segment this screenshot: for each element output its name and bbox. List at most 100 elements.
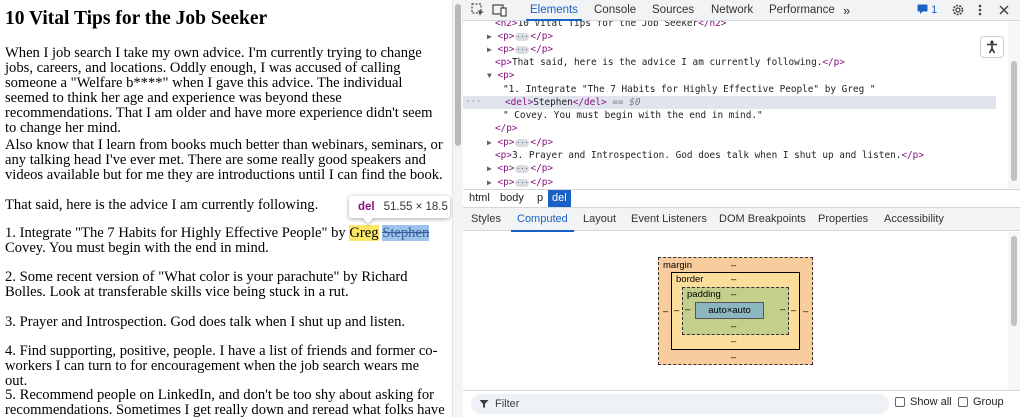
margin-right-value: – [803, 306, 809, 317]
group-checkbox[interactable]: Group [958, 396, 1004, 408]
show-all-checkbox[interactable]: Show all [895, 396, 952, 408]
dom-line-p-expanded[interactable]: ▼ <p> [487, 69, 514, 82]
device-toolbar-icon[interactable] [492, 3, 508, 18]
tab-console[interactable]: Console [594, 0, 636, 21]
settings-gear-icon[interactable] [951, 3, 967, 18]
page-scrollbar[interactable] [452, 0, 463, 417]
tab-dom-breakpoints[interactable]: DOM Breakpoints [719, 208, 806, 231]
tab-elements[interactable]: Elements [526, 0, 582, 21]
inspect-element-icon[interactable] [471, 3, 487, 18]
padding-left-value: – [685, 304, 691, 315]
breadcrumb-del[interactable]: del [548, 190, 571, 207]
dom-line-p-collapsed-2[interactable]: ▶ <p> ··· </p> [487, 43, 553, 56]
dom-line-p-collapsed-3[interactable]: ▶ <p> ··· </p> [487, 136, 553, 149]
dom-tree: <h2>10 Vital Tips for the Job Seeker</h2… [463, 21, 1020, 189]
dom-tree-scrollbar[interactable] [1008, 21, 1020, 189]
box-model-margin[interactable]: margin – – – – border – – – – padding – … [658, 257, 813, 365]
tab-performance[interactable]: Performance [769, 0, 835, 21]
highlighted-greg: Greg [349, 225, 379, 241]
tab-accessibility[interactable]: Accessibility [884, 208, 944, 231]
dom-line-p-collapsed-5[interactable]: ▶ <p> ··· </p> [487, 176, 553, 189]
paragraph-8: 5. Recommend people on LinkedIn, and don… [5, 387, 445, 417]
show-all-label: Show all [910, 396, 952, 408]
paragraph-7: 4. Find supporting, positive, people. I … [5, 343, 438, 389]
margin-top-value: – [731, 260, 737, 271]
breadcrumb: html body p del [463, 189, 1020, 208]
element-tooltip: del 51.55 × 18.5 [349, 196, 450, 218]
web-page: 10 Vital Tips for the Job Seeker When I … [0, 0, 452, 417]
filter-input[interactable]: Filter [471, 394, 889, 414]
tooltip-dimensions: 51.55 × 18.5 [383, 201, 448, 213]
more-tabs-button[interactable]: » [843, 0, 850, 21]
paragraph-1: When I job search I take my own advice. … [5, 45, 433, 136]
ellipsis-icon: ··· [515, 178, 530, 187]
tab-layout[interactable]: Layout [583, 208, 616, 231]
filter-placeholder: Filter [495, 398, 520, 410]
p4-after: Covey. You must begin with the end in mi… [5, 240, 269, 256]
more-options-icon[interactable] [977, 3, 993, 18]
dom-line-p-close: </p> [495, 123, 518, 134]
border-top-value: – [731, 274, 737, 285]
box-model-content[interactable]: auto×auto [695, 302, 764, 319]
accessibility-tree-button[interactable] [980, 36, 1004, 58]
border-label: border [676, 274, 704, 285]
breadcrumb-body[interactable]: body [496, 190, 528, 207]
dom-line-p-collapsed-1[interactable]: ▶ <p> ··· </p> [487, 30, 553, 43]
devtools-toolbar: Elements Console Sources Network Perform… [463, 0, 1020, 21]
dom-line-text-node-2[interactable]: " Covey. You must begin with the end in … [503, 109, 763, 122]
padding-top-value: – [731, 289, 737, 300]
page-title: 10 Vital Tips for the Job Seeker [5, 8, 268, 29]
box-model-padding[interactable]: padding – – – – auto×auto [682, 287, 789, 335]
border-right-value: – [791, 305, 797, 316]
tab-computed[interactable]: Computed [511, 208, 574, 232]
show-all-box [895, 397, 905, 407]
paragraph-2: Also know that I learn from books much b… [5, 137, 443, 183]
filter-funnel-icon [479, 400, 489, 408]
ellipsis-icon: ··· [515, 138, 530, 147]
margin-bottom-value: – [731, 352, 737, 363]
filter-bar: Filter Show all Group [463, 390, 1020, 417]
breadcrumb-p[interactable]: p [533, 190, 547, 207]
margin-label: margin [663, 260, 693, 271]
highlighted-del-element[interactable]: Stephen [382, 225, 430, 241]
breadcrumb-html[interactable]: html [465, 190, 494, 207]
computed-scrollbar-thumb[interactable] [1011, 236, 1017, 326]
tooltip-arrow [362, 217, 374, 224]
dom-line-p-text[interactable]: <p>That said, here is the advice I am cu… [495, 56, 845, 69]
box-model-border[interactable]: border – – – – padding – – – – auto×auto [671, 272, 800, 350]
padding-bottom-value: – [731, 321, 737, 332]
ellipsis-icon: ··· [515, 32, 530, 41]
paragraph-4: 1. Integrate "The 7 Habits for Highly Ef… [5, 225, 445, 256]
dom-tree-scrollbar-thumb[interactable] [1011, 61, 1017, 181]
group-label: Group [973, 396, 1004, 408]
tab-properties[interactable]: Properties [818, 208, 868, 231]
tab-network[interactable]: Network [711, 0, 753, 21]
border-left-value: – [674, 305, 680, 316]
ellipsis-icon: ··· [515, 164, 530, 173]
accessibility-person-icon [987, 40, 997, 54]
paragraph-5: 2. Some recent version of "What color is… [5, 269, 408, 300]
dom-line-h2[interactable]: <h2>10 Vital Tips for the Job Seeker</h2… [495, 21, 726, 30]
dom-line-p-prayer[interactable]: <p>3. Prayer and Introspection. God does… [495, 149, 924, 162]
margin-left-value: – [663, 306, 669, 317]
more-dots-icon: ··· [465, 97, 482, 107]
tab-sources[interactable]: Sources [652, 0, 694, 21]
styles-subtabs: Styles Computed Layout Event Listeners D… [463, 208, 1020, 232]
page-scrollbar-thumb[interactable] [455, 4, 461, 146]
computed-pane: margin – – – – border – – – – padding – … [463, 232, 1020, 390]
padding-right-value: – [780, 304, 786, 315]
devtools-panel: Elements Console Sources Network Perform… [463, 0, 1020, 417]
p4-before: 1. Integrate "The 7 Habits for Highly Ef… [5, 225, 350, 241]
issues-counter[interactable]: 1 [917, 4, 937, 16]
tab-event-listeners[interactable]: Event Listeners [631, 208, 707, 231]
border-bottom-value: – [731, 336, 737, 347]
computed-scrollbar[interactable] [1008, 232, 1020, 390]
close-devtools-icon[interactable] [998, 3, 1014, 18]
paragraph-6: 3. Prayer and Introspection. God does ta… [5, 314, 406, 330]
tab-styles[interactable]: Styles [471, 208, 501, 231]
group-box [958, 397, 968, 407]
dom-line-text-node[interactable]: "1. Integrate "The 7 Habits for Highly E… [503, 83, 876, 96]
dom-line-del-selected[interactable]: ··· <del>Stephen</del> == $0 [463, 96, 996, 109]
dom-line-p-collapsed-4[interactable]: ▶ <p> ··· </p> [487, 162, 553, 175]
issues-count: 1 [931, 4, 938, 16]
